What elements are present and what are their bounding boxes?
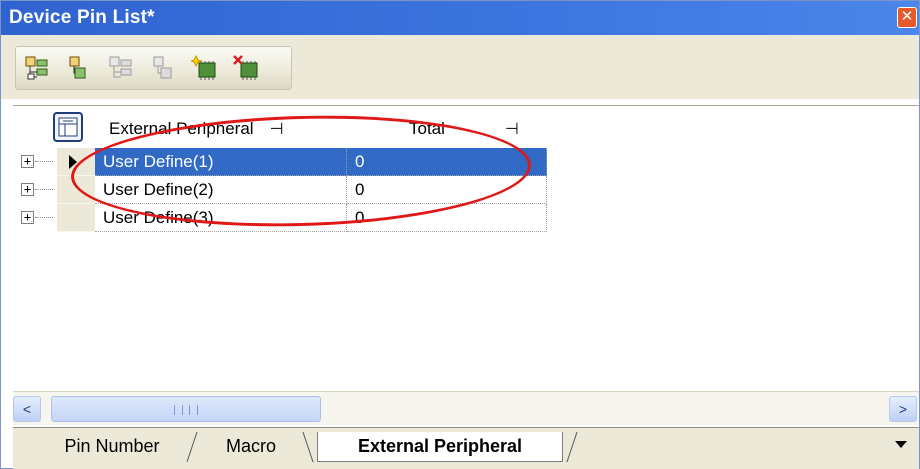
- pin-icon[interactable]: ⊣: [505, 119, 519, 138]
- add-peripheral-icon[interactable]: [190, 53, 220, 83]
- cell-external-peripheral[interactable]: User Define(1): [95, 148, 347, 176]
- title-bar: Device Pin List* ✕: [1, 1, 919, 35]
- column-chooser-icon[interactable]: [53, 112, 83, 142]
- cell-total[interactable]: 0: [347, 176, 547, 204]
- tab-macro[interactable]: Macro: [203, 432, 299, 462]
- pin-grid: External Peripheral ⊣ Total ⊣ + User Defi…: [13, 105, 919, 389]
- tab-list-dropdown-icon[interactable]: [895, 441, 907, 448]
- column-header-external-peripheral[interactable]: External Peripheral ⊣: [109, 110, 347, 147]
- cell-total[interactable]: 0: [347, 204, 547, 232]
- horizontal-scrollbar[interactable]: < >: [13, 391, 919, 425]
- current-row-arrow-icon: [69, 155, 77, 169]
- tab-separator: [186, 432, 198, 463]
- cell-external-peripheral[interactable]: User Define(3): [95, 204, 347, 232]
- expand-icon[interactable]: +: [21, 183, 34, 196]
- column-label: External Peripheral: [109, 118, 254, 138]
- collapse-disabled-icon[interactable]: [148, 53, 178, 83]
- tree-connector: [35, 189, 53, 190]
- window-title: Device Pin List*: [9, 7, 155, 28]
- tab-separator: [302, 432, 314, 463]
- tab-pin-number[interactable]: Pin Number: [37, 432, 187, 462]
- table-row[interactable]: + User Define(2) 0: [13, 176, 553, 204]
- column-label: Total: [409, 118, 445, 138]
- scrollbar-thumb[interactable]: [51, 396, 321, 422]
- tree-connector: [35, 217, 53, 218]
- tab-external-peripheral[interactable]: External Peripheral: [317, 432, 563, 462]
- scroll-right-icon[interactable]: >: [889, 396, 917, 422]
- tree-connector: [35, 161, 53, 162]
- table-row[interactable]: + User Define(1) 0: [13, 148, 553, 176]
- view-tabs: Pin Number Macro External Peripheral: [13, 427, 919, 469]
- grip-icon: [174, 405, 198, 415]
- expand-all-icon[interactable]: [22, 53, 52, 83]
- cell-total[interactable]: 0: [347, 148, 547, 176]
- expand-icon[interactable]: +: [21, 155, 34, 168]
- column-header-total[interactable]: Total ⊣: [409, 110, 549, 147]
- toolbar: [15, 46, 292, 90]
- table-row[interactable]: + User Define(3) 0: [13, 204, 553, 232]
- scroll-left-icon[interactable]: <: [13, 396, 41, 422]
- delete-peripheral-icon[interactable]: [232, 53, 262, 83]
- pin-icon[interactable]: ⊣: [270, 119, 284, 138]
- cell-external-peripheral[interactable]: User Define(2): [95, 176, 347, 204]
- row-header[interactable]: [57, 204, 95, 232]
- expand-icon[interactable]: +: [21, 211, 34, 224]
- row-header[interactable]: [57, 148, 95, 176]
- expand-disabled-icon[interactable]: [106, 53, 136, 83]
- device-pin-list-panel: Device Pin List* ✕ External Peripheral ⊣…: [0, 0, 920, 469]
- tab-separator: [566, 432, 578, 463]
- close-icon[interactable]: ✕: [897, 7, 917, 28]
- row-header[interactable]: [57, 176, 95, 204]
- collapse-all-icon[interactable]: [64, 53, 94, 83]
